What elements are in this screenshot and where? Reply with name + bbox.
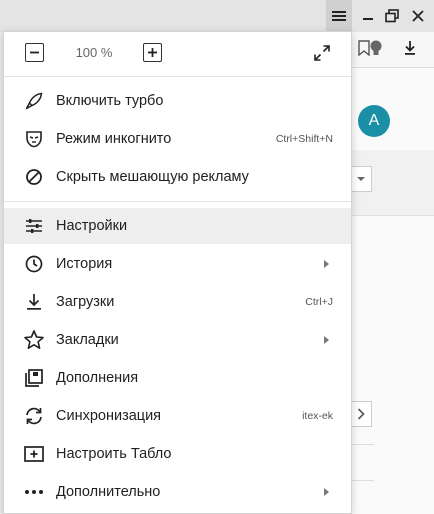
download-icon [22, 290, 46, 314]
menu-item-sync[interactable]: Синхронизация itex-ek [4, 398, 351, 434]
menu-item-addons[interactable]: Дополнения [4, 360, 351, 396]
minus-icon [30, 51, 39, 54]
submenu-arrow-icon [324, 488, 329, 496]
menu-item-label: Режим инкогнито [56, 131, 172, 147]
addons-icon [22, 366, 46, 390]
menu-item-label: История [56, 256, 113, 272]
menu-item-history[interactable]: История [4, 246, 351, 282]
menu-item-label: Настроить Табло [56, 446, 172, 462]
rocket-icon [22, 89, 46, 113]
menu-item-label: Загрузки [56, 294, 115, 310]
menu-item-label: Настройки [56, 218, 128, 234]
menu-icon [332, 11, 346, 21]
star-icon [22, 328, 46, 352]
zoom-in-button[interactable] [143, 43, 162, 62]
menu-item-label: Скрыть мешающую рекламу [56, 169, 249, 185]
menu-item-bookmarks[interactable]: Закладки [4, 322, 351, 358]
menu-item-settings[interactable]: Настройки [4, 208, 351, 244]
settings-sliders-icon [22, 214, 46, 238]
avatar[interactable]: A [358, 105, 390, 137]
menu-item-more[interactable]: Дополнительно [4, 474, 351, 510]
dropdown-arrow-icon[interactable] [350, 166, 372, 192]
browser-main-menu: 100 % Включить турбо Режим инкогнито Ctr… [3, 31, 352, 514]
minimize-icon [363, 18, 373, 20]
sync-account: itex-ek [302, 410, 333, 422]
menu-item-label: Дополнения [56, 370, 139, 386]
submenu-arrow-icon [324, 336, 329, 344]
shortcut-hint: Ctrl+Shift+N [275, 133, 333, 145]
zoom-controls: 100 % [4, 32, 351, 76]
menu-item-hide-ads[interactable]: Скрыть мешающую рекламу [4, 159, 351, 195]
page-background [352, 68, 434, 514]
plus-icon [148, 48, 157, 57]
zoom-level: 100 % [75, 45, 113, 60]
incognito-mask-icon [22, 127, 46, 151]
menu-item-downloads[interactable]: Загрузки Ctrl+J [4, 284, 351, 320]
close-button[interactable] [404, 0, 432, 32]
fullscreen-icon [314, 45, 330, 61]
fullscreen-button[interactable] [312, 43, 332, 63]
chevron-right-icon[interactable] [350, 401, 372, 427]
more-dots-icon [22, 480, 46, 504]
download-icon[interactable] [400, 38, 420, 58]
divider [352, 444, 374, 445]
menu-item-label: Закладки [56, 332, 119, 348]
maximize-button[interactable] [378, 0, 406, 32]
menu-item-label: Включить турбо [56, 93, 164, 109]
divider [352, 480, 374, 481]
separator [4, 76, 351, 77]
add-board-icon [22, 442, 46, 466]
menu-item-incognito[interactable]: Режим инкогнито Ctrl+Shift+N [4, 121, 351, 157]
clock-icon [22, 252, 46, 276]
submenu-arrow-icon [324, 260, 329, 268]
zoom-out-button[interactable] [25, 43, 44, 62]
block-icon [22, 165, 46, 189]
menu-item-label: Дополнительно [56, 484, 161, 500]
lightbulb-icon[interactable] [366, 38, 386, 58]
shortcut-hint: Ctrl+J [305, 296, 333, 308]
maximize-icon [385, 9, 399, 23]
menu-item-label: Синхронизация [56, 408, 162, 424]
menu-button[interactable] [326, 0, 352, 32]
menu-item-turbo[interactable]: Включить турбо [4, 83, 351, 119]
sync-icon [22, 404, 46, 428]
menu-item-customize-tablo[interactable]: Настроить Табло [4, 436, 351, 472]
close-icon [412, 10, 424, 22]
separator [4, 201, 351, 202]
